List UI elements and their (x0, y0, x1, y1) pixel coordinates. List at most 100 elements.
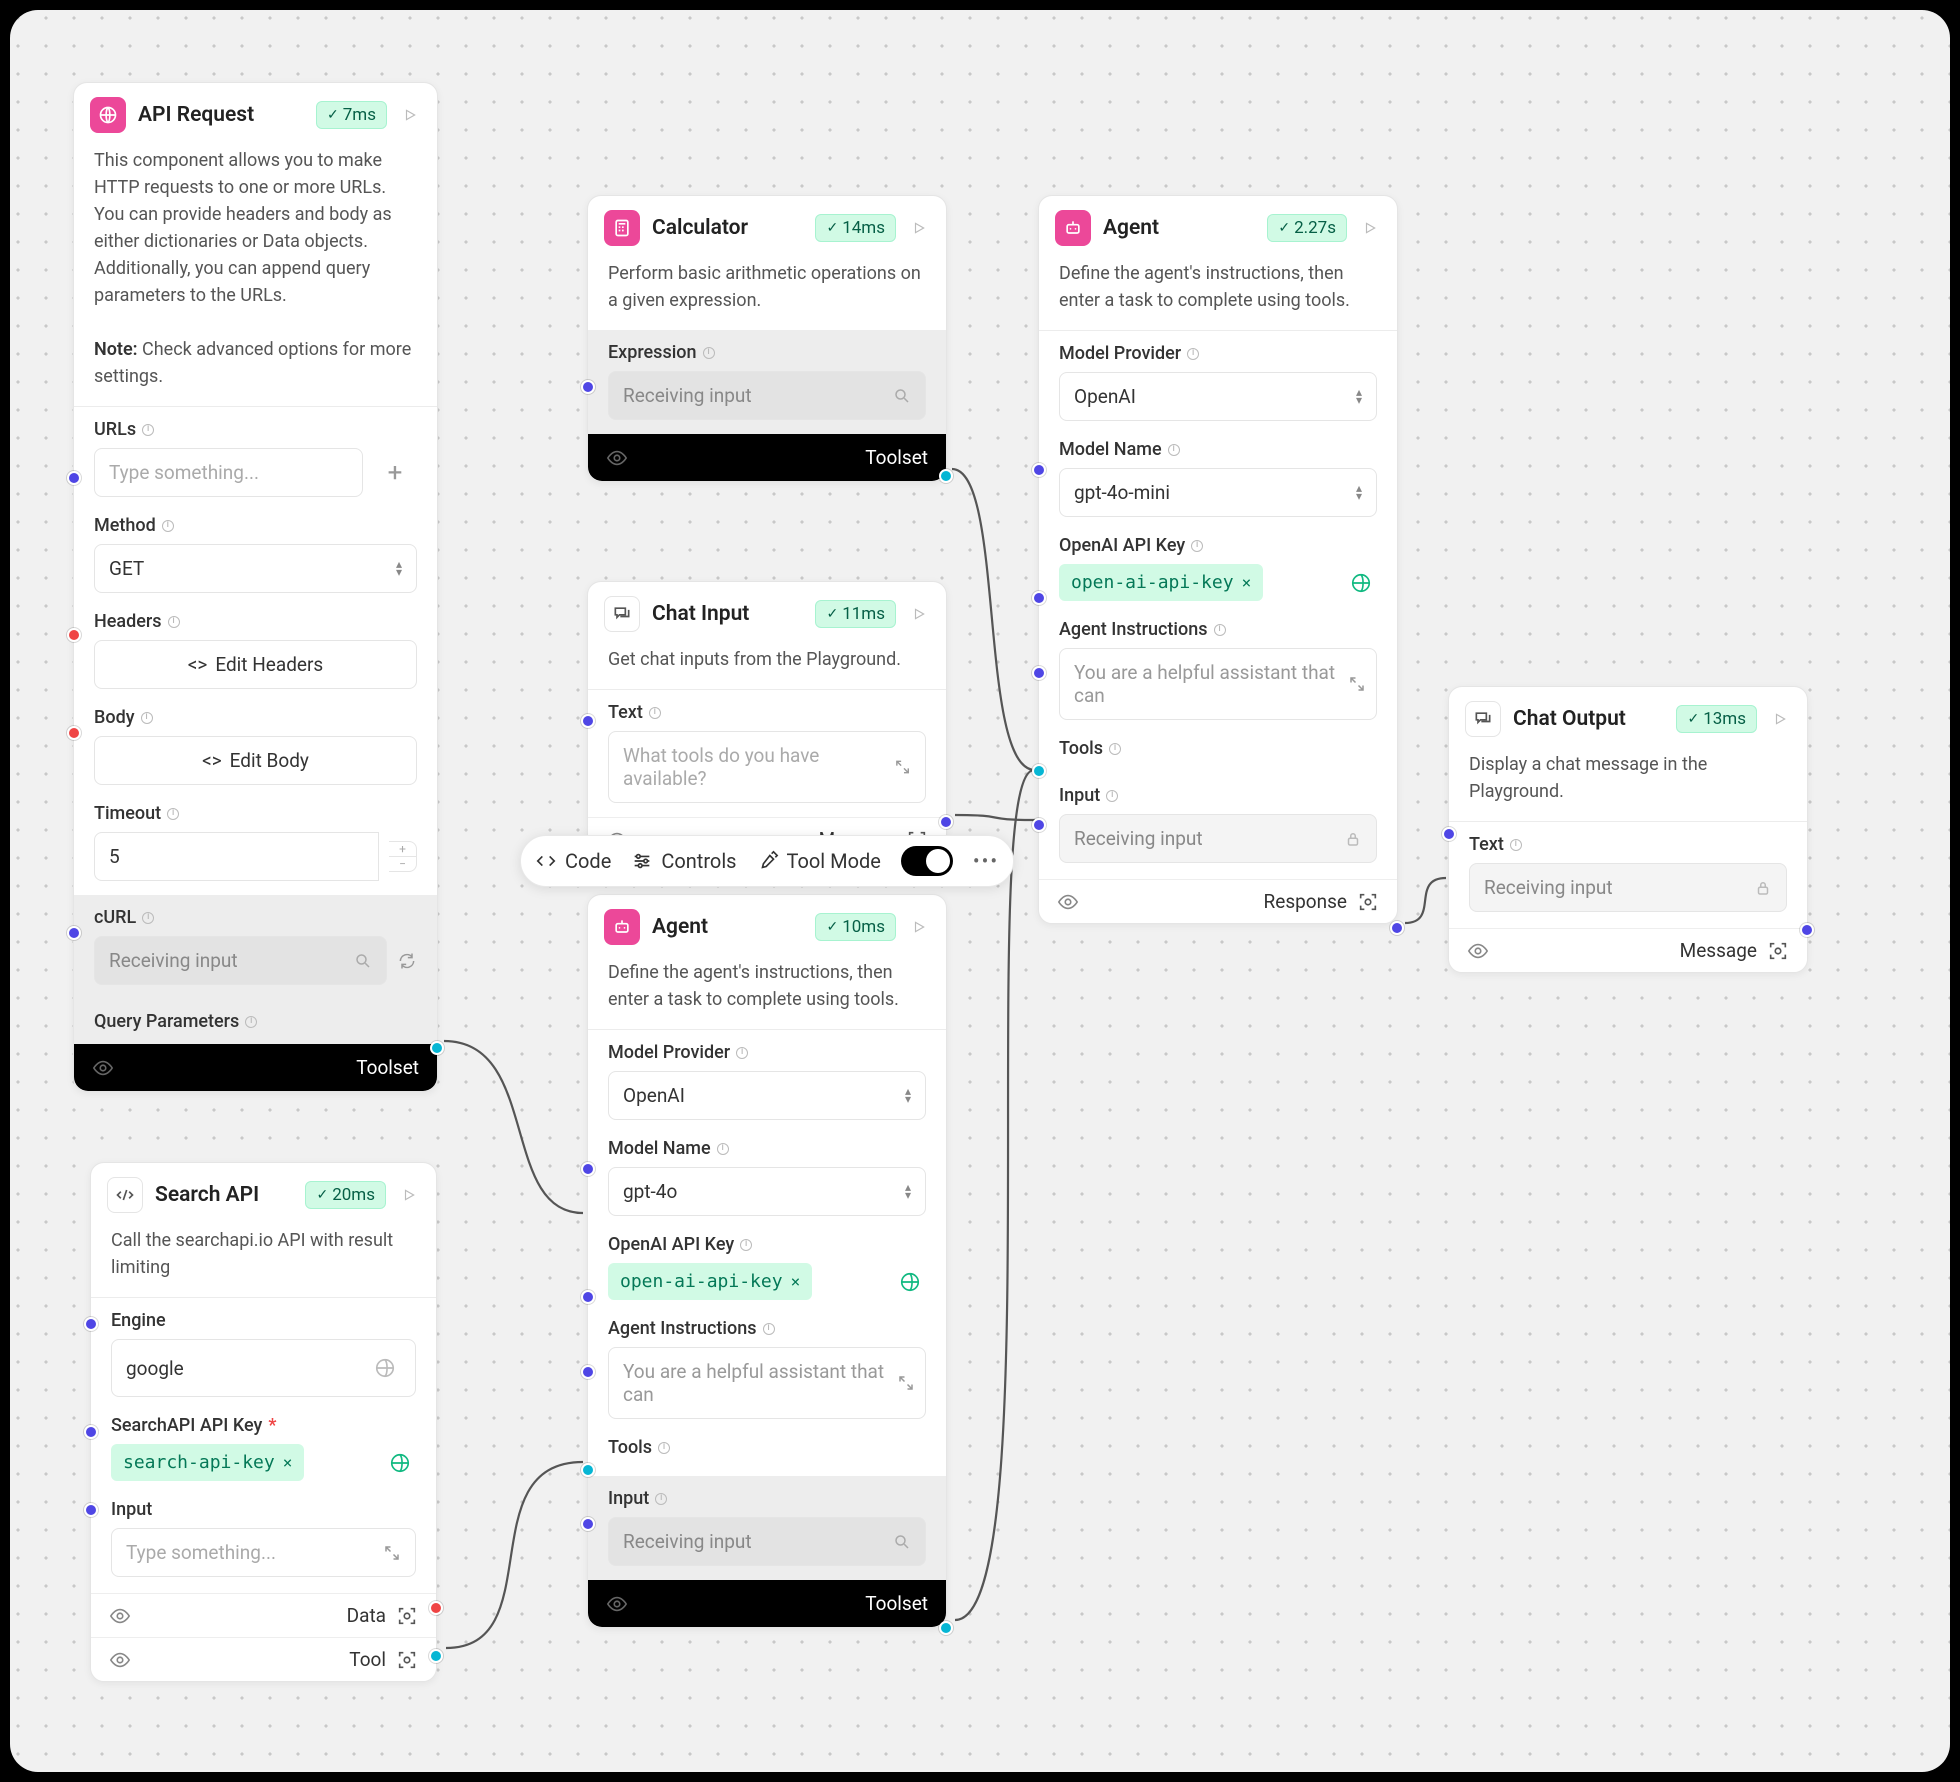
remove-chip-icon[interactable]: × (1242, 573, 1252, 592)
scan-icon[interactable] (396, 1605, 418, 1627)
visibility-icon[interactable] (1057, 891, 1079, 913)
port[interactable] (581, 380, 595, 394)
info-icon[interactable]: i (1106, 790, 1118, 802)
port[interactable] (1032, 818, 1046, 832)
port[interactable] (1442, 827, 1456, 841)
api-key-chip[interactable]: search-api-key× (111, 1444, 304, 1481)
api-key-chip[interactable]: open-ai-api-key× (608, 1263, 812, 1300)
port[interactable] (67, 628, 81, 642)
visibility-icon[interactable] (92, 1057, 114, 1079)
toolbar-toolmode[interactable]: Tool Mode (757, 849, 881, 873)
port-out[interactable] (1390, 921, 1404, 935)
port[interactable] (67, 726, 81, 740)
port[interactable] (581, 1517, 595, 1531)
visibility-icon[interactable] (606, 1593, 628, 1615)
urls-input[interactable]: Type something... (94, 448, 363, 497)
workflow-canvas[interactable]: API Request 7ms This component allows yo… (10, 10, 1950, 1772)
remove-chip-icon[interactable]: × (283, 1453, 293, 1472)
visibility-icon[interactable] (1467, 940, 1489, 962)
toolmode-toggle[interactable] (901, 846, 953, 876)
info-icon[interactable]: i (167, 808, 179, 820)
remove-chip-icon[interactable]: × (791, 1272, 801, 1291)
info-icon[interactable]: i (1510, 839, 1522, 851)
text-input[interactable]: What tools do you have available? (608, 731, 926, 803)
refresh-icon[interactable] (397, 951, 417, 971)
port[interactable] (581, 1463, 595, 1477)
scan-icon[interactable] (396, 1649, 418, 1671)
info-icon[interactable]: i (1214, 624, 1226, 636)
globe-button[interactable] (1345, 567, 1377, 599)
run-button[interactable] (398, 1184, 420, 1206)
port[interactable] (67, 471, 81, 485)
provider-select[interactable]: OpenAI▴▾ (1059, 372, 1377, 421)
toolbar-controls[interactable]: Controls (631, 849, 736, 873)
port[interactable] (84, 1317, 98, 1331)
model-select[interactable]: gpt-4o-mini▴▾ (1059, 468, 1377, 517)
visibility-icon[interactable] (109, 1605, 131, 1627)
node-calculator[interactable]: Calculator 14ms Perform basic arithmetic… (587, 195, 947, 482)
info-icon[interactable]: i (740, 1239, 752, 1251)
info-icon[interactable]: i (717, 1143, 729, 1155)
info-icon[interactable]: i (736, 1047, 748, 1059)
node-api-request[interactable]: API Request 7ms This component allows yo… (73, 82, 438, 1092)
engine-input[interactable]: google (111, 1339, 416, 1397)
port-out[interactable] (939, 815, 953, 829)
info-icon[interactable]: i (1168, 444, 1180, 456)
scan-icon[interactable] (1767, 940, 1789, 962)
node-agent-secondary[interactable]: Agent 10ms Define the agent's instructio… (587, 894, 947, 1628)
visibility-icon[interactable] (109, 1649, 131, 1671)
port[interactable] (84, 1425, 98, 1439)
run-button[interactable] (908, 916, 930, 938)
port[interactable] (67, 926, 81, 940)
info-icon[interactable]: i (245, 1016, 257, 1028)
globe-button[interactable] (384, 1447, 416, 1479)
info-icon[interactable]: i (649, 707, 661, 719)
port[interactable] (84, 1503, 98, 1517)
search-input[interactable]: Type something... (111, 1528, 416, 1577)
info-icon[interactable]: i (703, 347, 715, 359)
port[interactable] (581, 1290, 595, 1304)
method-select[interactable]: GET▴▾ (94, 544, 417, 593)
port-out[interactable] (430, 1041, 444, 1055)
info-icon[interactable]: i (655, 1493, 667, 1505)
port[interactable] (1032, 764, 1046, 778)
agent-input[interactable]: Receiving input (1059, 814, 1377, 863)
port-out[interactable] (939, 1621, 953, 1635)
port-out[interactable] (939, 469, 953, 483)
toolbar-code[interactable]: Code (535, 849, 611, 873)
port[interactable] (581, 1365, 595, 1379)
info-icon[interactable]: i (142, 424, 154, 436)
info-icon[interactable]: i (658, 1442, 670, 1454)
info-icon[interactable]: i (162, 520, 174, 532)
info-icon[interactable]: i (141, 712, 153, 724)
add-url-button[interactable]: + (373, 451, 417, 495)
node-chat-output[interactable]: Chat Output 13ms Display a chat message … (1448, 686, 1808, 973)
port[interactable] (1032, 591, 1046, 605)
info-icon[interactable]: i (1109, 743, 1121, 755)
node-search-api[interactable]: Search API 20ms Call the searchapi.io AP… (90, 1162, 437, 1682)
run-button[interactable] (1769, 708, 1791, 730)
timeout-stepper[interactable]: +− (389, 841, 417, 872)
provider-select[interactable]: OpenAI▴▾ (608, 1071, 926, 1120)
node-chat-input[interactable]: Chat Input 11ms Get chat inputs from the… (587, 581, 947, 862)
timeout-input[interactable]: 5 (94, 832, 379, 881)
port[interactable] (581, 1162, 595, 1176)
info-icon[interactable]: i (763, 1323, 775, 1335)
port[interactable] (581, 714, 595, 728)
floating-toolbar[interactable]: Code Controls Tool Mode ••• (520, 835, 1014, 887)
info-icon[interactable]: i (1191, 540, 1203, 552)
run-button[interactable] (399, 104, 421, 126)
expression-input[interactable]: Receiving input (608, 371, 926, 420)
visibility-icon[interactable] (606, 447, 628, 469)
run-button[interactable] (908, 603, 930, 625)
run-button[interactable] (1359, 217, 1381, 239)
model-select[interactable]: gpt-4o▴▾ (608, 1167, 926, 1216)
edit-headers-button[interactable]: <>Edit Headers (94, 640, 417, 689)
instructions-input[interactable]: You are a helpful assistant that can (1059, 648, 1377, 720)
agent-input[interactable]: Receiving input (608, 1517, 926, 1566)
api-key-chip[interactable]: open-ai-api-key× (1059, 564, 1263, 601)
info-icon[interactable]: i (142, 912, 154, 924)
port-out[interactable] (1800, 923, 1814, 937)
edit-body-button[interactable]: <>Edit Body (94, 736, 417, 785)
port[interactable] (1032, 463, 1046, 477)
